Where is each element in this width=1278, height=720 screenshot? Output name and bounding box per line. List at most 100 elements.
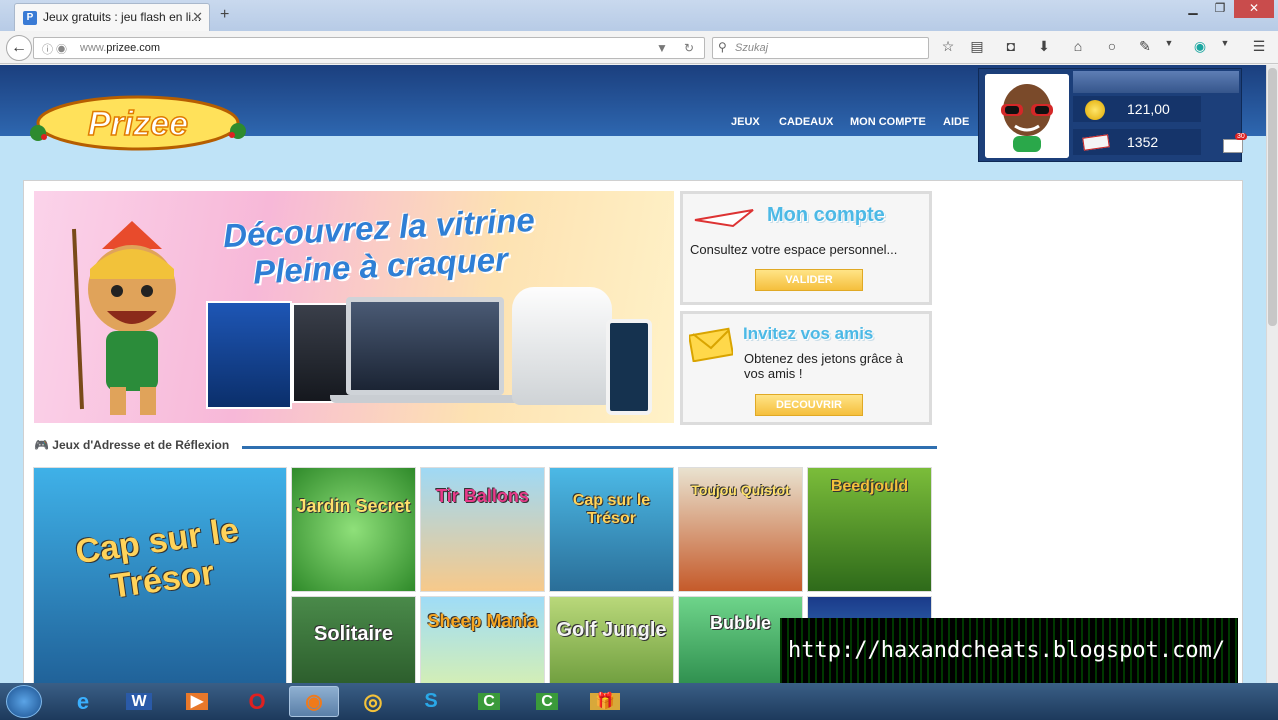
game-tile[interactable]: Solitaire (291, 596, 416, 683)
vpn-icon[interactable]: ◉ (1191, 38, 1209, 55)
account-card-title: Mon compte (767, 204, 885, 226)
maximize-button[interactable]: ❐ (1207, 0, 1233, 18)
download-icon[interactable]: ⬇ (1035, 38, 1053, 55)
home-icon[interactable]: ⌂ (1069, 38, 1087, 54)
vpn-dropdown-icon[interactable]: ▼ (1216, 38, 1234, 48)
nav-mon-compte[interactable]: MON COMPTE (850, 116, 926, 128)
mail-icon[interactable] (1223, 139, 1243, 153)
valider-button[interactable]: VALIDER (755, 269, 863, 291)
avatar[interactable] (985, 74, 1069, 158)
site-info-icon[interactable]: ⓘ ◉ (42, 41, 67, 57)
tickets-value: 1352 (1127, 134, 1159, 150)
mail-count-badge: 30 (1235, 133, 1247, 140)
search-icon: ⚲ (718, 40, 727, 54)
game-title: Cap sur le Trésor (572, 492, 651, 527)
kitchen-robot-image (512, 287, 612, 405)
browser-tab-bar: P Jeux gratuits : jeu flash en li... ✕ +… (0, 0, 1278, 31)
windows-taskbar: e W ▶ O ◉ ◎ S C C 🎁 (0, 683, 1278, 720)
game-title: Solitaire (314, 623, 393, 645)
back-button[interactable]: ← (6, 35, 32, 61)
decouvrir-button[interactable]: DECOUVRIR (755, 394, 863, 416)
nav-cadeaux[interactable]: CADEAUX (779, 116, 833, 128)
skype-icon[interactable]: S (406, 686, 456, 717)
logo-text: Prizee (88, 105, 188, 143)
menu-icon[interactable]: ☰ (1250, 38, 1268, 55)
game-tile[interactable]: Golf Jungle (549, 596, 674, 683)
promo-banner[interactable]: Découvrez la vitrine Pleine à craquer (34, 191, 674, 423)
chrome-icon[interactable]: ◎ (348, 686, 398, 717)
nav-aide[interactable]: AIDE (943, 116, 969, 128)
tab-title: Jeux gratuits : jeu flash en li... (43, 10, 202, 24)
game-title: Beedjould (830, 478, 909, 495)
ps4-game-box (206, 301, 292, 409)
extension-icon[interactable]: ✎ (1136, 38, 1154, 55)
internet-explorer-icon[interactable]: e (58, 686, 108, 717)
start-orb-icon[interactable] (6, 685, 42, 718)
pocket-icon[interactable]: ◘ (1002, 38, 1020, 54)
url-dropdown-icon[interactable]: ▼ (656, 41, 668, 55)
paper-plane-icon (694, 209, 754, 228)
scrollbar-thumb[interactable] (1268, 68, 1277, 326)
chat-icon[interactable]: ○ (1103, 38, 1121, 54)
laptop-image (346, 297, 504, 395)
envelope-icon (689, 327, 733, 362)
prizee-logo[interactable]: Prizee (24, 93, 252, 153)
game-tile[interactable]: Sheep Mania (420, 596, 545, 683)
firefox-icon[interactable]: ◉ (289, 686, 339, 717)
game-title: Toujou Quistot (691, 482, 790, 498)
close-window-button[interactable]: ✕ (1234, 0, 1274, 18)
game-title: Sheep Mania (427, 611, 538, 631)
browser-nav-bar: ← ⓘ ◉ www.prizee.com ▼ ↻ ⚲ Szukaj ☆ ▤ ◘ … (0, 31, 1278, 64)
game-tile-featured[interactable]: Cap sur le Trésor (33, 467, 287, 683)
nav-jeux[interactable]: JEUX (731, 116, 760, 128)
game-tile[interactable]: Tir Ballons (420, 467, 545, 592)
extension-dropdown-icon[interactable]: ▼ (1160, 38, 1178, 48)
new-tab-button[interactable]: + (220, 6, 229, 24)
username-bar (1073, 71, 1239, 93)
watermark-overlay: http://haxandcheats.blogspot.com/ (780, 618, 1238, 688)
reading-list-icon[interactable]: ▤ (968, 38, 986, 55)
word-icon[interactable]: W (114, 686, 164, 717)
section-heading: 🎮 Jeux d'Adresse et de Réflexion (34, 438, 229, 452)
search-field[interactable]: ⚲ Szukaj (712, 37, 929, 59)
gamepad-icon: 🎮 (34, 438, 49, 452)
game-tile[interactable]: Beedjould (807, 467, 932, 592)
media-player-icon[interactable]: ▶ (172, 686, 222, 717)
reload-icon[interactable]: ↻ (684, 41, 694, 55)
game-tile[interactable]: Cap sur le Trésor (549, 467, 674, 592)
camtasia-icon[interactable]: C (464, 686, 514, 717)
camtasia-recorder-icon[interactable]: C (522, 686, 572, 717)
coin-icon (1085, 100, 1105, 120)
invite-card: Invitez vos amis Obtenez des jetons grâc… (680, 311, 932, 425)
ticket-icon (1082, 134, 1110, 151)
prizee-favicon-icon: P (23, 11, 37, 25)
game-title: Tir Ballons (436, 486, 529, 506)
account-card-text: Consultez votre espace personnel... (690, 242, 898, 257)
user-panel: 121,00 1352 30 (978, 68, 1247, 162)
smartphone-image (606, 319, 652, 415)
url-field[interactable]: ⓘ ◉ www.prizee.com ▼ ↻ (33, 37, 705, 59)
game-tile[interactable]: Toujou Quistot (678, 467, 803, 592)
tickets-row: 1352 (1073, 129, 1201, 155)
search-placeholder: Szukaj (735, 42, 769, 54)
game-tile[interactable]: Jardin Secret (291, 467, 416, 592)
bookmark-star-icon[interactable]: ☆ (939, 38, 957, 55)
laptop-base (330, 395, 522, 403)
web-page: Prizee JEUX CADEAUX MON COMPTE AIDE 121,… (0, 65, 1266, 683)
mascot-character (72, 221, 176, 415)
game-title: Jardin Secret (296, 496, 411, 516)
invite-card-text: Obtenez des jetons grâce à vos amis ! (744, 351, 903, 381)
coins-row: 121,00 (1073, 96, 1201, 122)
banner-title: Découvrez la vitrine Pleine à craquer (222, 201, 537, 293)
game-title: Golf Jungle (556, 619, 667, 641)
section-divider (242, 446, 937, 449)
close-tab-icon[interactable]: ✕ (192, 9, 203, 25)
game-title: Cap sur le Trésor (73, 510, 242, 606)
content-panel: Découvrez la vitrine Pleine à craquer Mo… (23, 180, 1243, 683)
prizee-icon[interactable]: 🎁 (580, 686, 630, 717)
opera-icon[interactable]: O (232, 686, 282, 717)
url-domain: prizee.com (106, 42, 161, 54)
browser-tab[interactable]: P Jeux gratuits : jeu flash en li... ✕ (14, 3, 210, 31)
minimize-button[interactable]: ▁ (1180, 0, 1206, 18)
url-prefix: www. (80, 42, 107, 54)
